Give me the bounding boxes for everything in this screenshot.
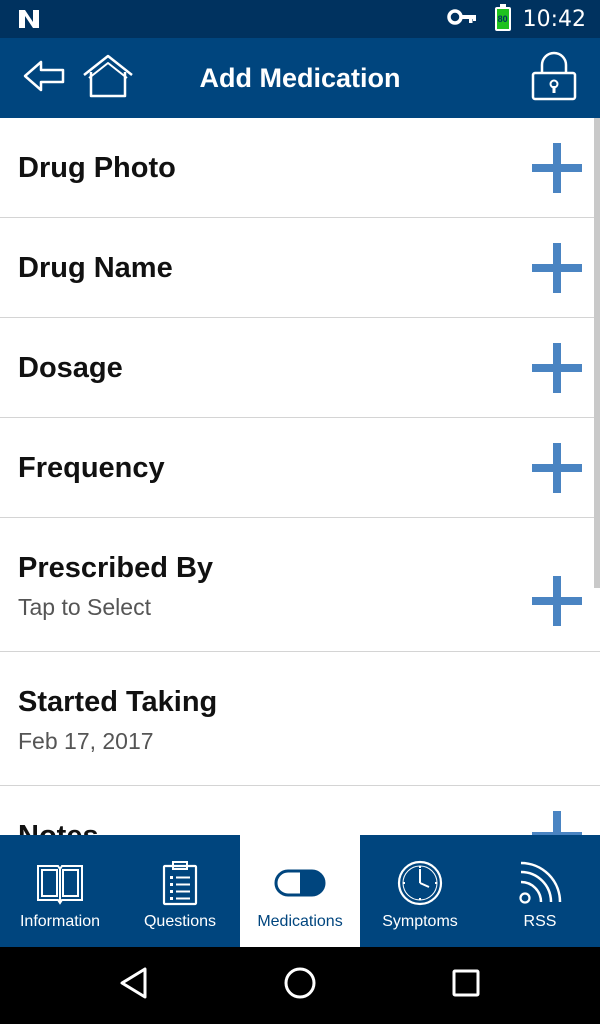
system-home-button[interactable]	[278, 963, 322, 1007]
pill-icon	[273, 859, 327, 907]
drug-name-row[interactable]: Drug Name	[0, 218, 600, 318]
prescribed-by-value: Tap to Select	[18, 594, 151, 620]
tab-symptoms[interactable]: Symptoms	[360, 835, 480, 947]
system-nav-bar	[0, 947, 600, 1024]
tab-rss-label: RSS	[523, 913, 557, 930]
dosage-row[interactable]: Dosage	[0, 318, 600, 418]
home-circle-icon	[282, 965, 318, 1006]
battery-level: 80	[497, 14, 508, 24]
recents-square-icon	[450, 967, 482, 1004]
add-notes-plus-icon[interactable]	[532, 811, 582, 835]
started-taking-row[interactable]: Started Taking Feb 17, 2017	[0, 652, 600, 786]
drug-photo-label: Drug Photo	[18, 152, 176, 184]
vpn-key-icon	[446, 7, 477, 32]
tab-symptoms-label: Symptoms	[382, 913, 458, 930]
book-icon	[33, 859, 87, 907]
tab-questions[interactable]: Questions	[120, 835, 240, 947]
tab-medications-label: Medications	[257, 913, 343, 930]
dosage-label: Dosage	[18, 352, 123, 384]
scrollbar[interactable]	[594, 118, 600, 588]
add-dosage-plus-icon[interactable]	[532, 343, 582, 393]
started-taking-label: Started Taking	[18, 686, 218, 718]
tab-rss[interactable]: RSS	[480, 835, 600, 947]
frequency-row[interactable]: Frequency	[0, 418, 600, 518]
battery-icon: 80	[494, 4, 511, 31]
clipboard-icon	[153, 859, 207, 907]
notification-n-icon	[16, 6, 42, 32]
lock-button[interactable]	[526, 50, 582, 106]
add-drug-photo-plus-icon[interactable]	[532, 143, 582, 193]
add-drug-name-plus-icon[interactable]	[532, 243, 582, 293]
app-bar: Add Medication	[0, 38, 600, 118]
add-prescriber-plus-icon[interactable]	[532, 576, 582, 626]
drug-name-label: Drug Name	[18, 252, 173, 284]
prescribed-by-row[interactable]: Prescribed By Tap to Select	[0, 518, 600, 652]
tab-questions-label: Questions	[143, 913, 217, 930]
notes-label: Notes	[18, 820, 99, 835]
back-triangle-icon	[118, 966, 150, 1005]
add-frequency-plus-icon[interactable]	[532, 443, 582, 493]
started-taking-value: Feb 17, 2017	[18, 728, 154, 754]
notes-row[interactable]: Notes	[0, 786, 600, 835]
lock-icon	[530, 51, 578, 106]
back-button[interactable]	[16, 50, 72, 106]
home-icon	[81, 53, 135, 104]
system-recents-button[interactable]	[444, 963, 488, 1007]
tab-bar: Information Questions Medications Sympto…	[0, 835, 600, 947]
tab-information-label: Information	[19, 913, 101, 930]
status-bar: 80 10:42	[0, 0, 600, 38]
prescribed-by-label: Prescribed By	[18, 552, 214, 584]
home-button[interactable]	[80, 50, 136, 106]
frequency-label: Frequency	[18, 452, 165, 484]
system-back-button[interactable]	[112, 963, 156, 1007]
back-arrow-icon	[22, 59, 66, 98]
rss-icon	[513, 859, 567, 907]
status-time: 10:42	[522, 6, 586, 32]
medication-form: Drug Photo Drug Name Dosage Frequency Pr…	[0, 118, 600, 835]
clock-icon	[393, 859, 447, 907]
drug-photo-row[interactable]: Drug Photo	[0, 118, 600, 218]
tab-information[interactable]: Information	[0, 835, 120, 947]
tab-medications[interactable]: Medications	[240, 835, 360, 947]
